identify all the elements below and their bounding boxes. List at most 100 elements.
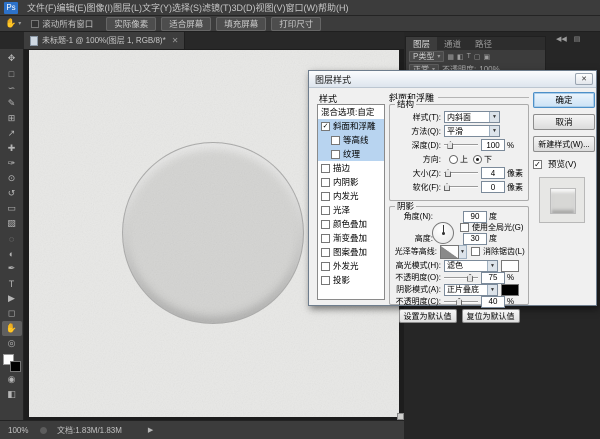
status-expander-icon[interactable]: ▶ <box>148 426 153 434</box>
healing-brush-tool-icon[interactable]: ✚ <box>2 141 22 156</box>
highlight-color-swatch[interactable] <box>501 260 519 272</box>
style-item-blending-options[interactable]: 混合选项:自定 <box>318 105 384 119</box>
highlight-mode-dropdown[interactable]: 滤色 ▼ <box>444 260 498 272</box>
scroll-all-windows-checkbox[interactable] <box>31 20 39 28</box>
size-input[interactable]: 4 <box>481 167 505 179</box>
bevel-circle-layer[interactable] <box>122 142 304 324</box>
tab-channels[interactable]: 通道 <box>437 37 468 50</box>
new-style-button[interactable]: 新建样式(W)... <box>533 136 595 152</box>
reset-default-button[interactable]: 复位为默认值 <box>462 309 520 323</box>
close-icon[interactable]: ✕ <box>575 73 593 85</box>
background-color-swatch[interactable] <box>10 361 21 372</box>
menu-type[interactable]: 文字(Y) <box>142 3 172 13</box>
tab-paths[interactable]: 路径 <box>468 37 499 50</box>
shadow-opacity-slider[interactable] <box>444 297 478 307</box>
type-tool-icon[interactable]: T <box>2 276 22 291</box>
style-item-checkbox[interactable] <box>321 234 330 243</box>
blur-tool-icon[interactable]: ◌ <box>2 231 22 246</box>
adjustment-filter-icon[interactable]: ◧ <box>457 53 464 61</box>
angle-dial[interactable] <box>432 222 454 244</box>
tab-layers[interactable]: 图层 <box>406 37 437 50</box>
gloss-contour-swatch[interactable] <box>440 245 459 259</box>
history-brush-tool-icon[interactable]: ↺ <box>2 186 22 201</box>
style-item-checkbox[interactable] <box>321 192 330 201</box>
dodge-tool-icon[interactable]: ◐ <box>2 246 22 261</box>
size-slider[interactable] <box>444 168 478 178</box>
actual-pixels-button[interactable]: 实际像素 <box>106 17 156 31</box>
shape-tool-icon[interactable]: ◻ <box>2 306 22 321</box>
marquee-tool-icon[interactable]: □ <box>2 66 22 81</box>
cancel-button[interactable]: 取消 <box>533 114 595 130</box>
soften-input[interactable]: 0 <box>481 181 505 193</box>
zoom-level-field[interactable]: 100% <box>8 426 32 435</box>
style-item-checkbox[interactable] <box>331 150 340 159</box>
current-tool-chip[interactable]: ✋ ▾ <box>5 18 21 29</box>
style-item-color-overlay[interactable]: 颜色叠加 <box>318 217 384 231</box>
dialog-title-bar[interactable]: 图层样式 ✕ <box>309 71 596 88</box>
collapse-panels-icon[interactable]: ◀◀ <box>556 35 567 43</box>
screen-mode-icon[interactable]: ◧ <box>2 387 22 402</box>
direction-up-radio[interactable] <box>449 155 458 164</box>
set-default-button[interactable]: 设置为默认值 <box>399 309 457 323</box>
anti-aliased-checkbox[interactable] <box>471 247 480 256</box>
direction-down-radio[interactable] <box>473 155 482 164</box>
document-tab[interactable]: 未标题-1 @ 100%(图层 1, RGB/8)* ✕ <box>24 32 185 49</box>
style-item-pattern-overlay[interactable]: 图案叠加 <box>318 245 384 259</box>
menu-filter[interactable]: 滤镜(T) <box>202 3 232 13</box>
smart-object-filter-icon[interactable]: ▣ <box>484 53 491 61</box>
soften-slider[interactable] <box>444 182 478 192</box>
style-item-drop-shadow[interactable]: 投影 <box>318 273 384 287</box>
lasso-tool-icon[interactable]: ∽ <box>2 81 22 96</box>
shadow-color-swatch[interactable] <box>501 284 519 296</box>
chevron-down-icon[interactable]: ▾ <box>18 20 21 27</box>
type-filter-icon[interactable]: T <box>467 53 471 60</box>
brush-tool-icon[interactable]: ✑ <box>2 156 22 171</box>
style-item-checkbox[interactable]: ✓ <box>321 122 330 131</box>
eyedropper-tool-icon[interactable]: ↗ <box>2 126 22 141</box>
menu-select[interactable]: 选择(S) <box>172 3 202 13</box>
style-item-texture[interactable]: 纹理 <box>318 147 384 161</box>
shadow-opacity-input[interactable]: 40 <box>481 296 505 308</box>
fill-screen-button[interactable]: 填充屏幕 <box>216 17 266 31</box>
style-item-bevel-emboss[interactable]: ✓ 斜面和浮雕 <box>318 119 384 133</box>
style-item-outer-glow[interactable]: 外发光 <box>318 259 384 273</box>
fit-screen-button[interactable]: 适合屏幕 <box>161 17 211 31</box>
menu-image[interactable]: 图像(I) <box>87 3 114 13</box>
preview-checkbox[interactable]: ✓ <box>533 160 542 169</box>
bevel-style-dropdown[interactable]: 内斜面 ▼ <box>444 111 500 123</box>
zoom-tool-icon[interactable]: ◎ <box>2 336 22 351</box>
eraser-tool-icon[interactable]: ▭ <box>2 201 22 216</box>
clone-stamp-tool-icon[interactable]: ⊙ <box>2 171 22 186</box>
use-global-light-checkbox[interactable] <box>460 223 469 232</box>
menu-layer[interactable]: 图层(L) <box>113 3 142 13</box>
style-item-checkbox[interactable] <box>321 164 330 173</box>
style-item-checkbox[interactable] <box>331 136 340 145</box>
style-item-checkbox[interactable] <box>321 220 330 229</box>
move-tool-icon[interactable]: ✥ <box>2 51 22 66</box>
menu-window[interactable]: 窗口(W) <box>286 3 319 13</box>
pen-tool-icon[interactable]: ✒ <box>2 261 22 276</box>
menu-file[interactable]: 文件(F) <box>27 3 57 13</box>
menu-edit[interactable]: 编辑(E) <box>57 3 87 13</box>
altitude-input[interactable]: 30 <box>463 233 487 245</box>
technique-dropdown[interactable]: 平滑 ▼ <box>444 125 500 137</box>
depth-input[interactable]: 100 <box>481 139 505 151</box>
style-item-checkbox[interactable] <box>321 262 330 271</box>
shadow-mode-dropdown[interactable]: 正片叠底 ▼ <box>444 284 498 296</box>
depth-slider[interactable] <box>444 140 478 150</box>
path-select-tool-icon[interactable]: ▶ <box>2 291 22 306</box>
close-icon[interactable]: ✕ <box>172 36 179 45</box>
menu-help[interactable]: 帮助(H) <box>318 3 349 13</box>
style-item-checkbox[interactable] <box>321 276 330 285</box>
color-swatches[interactable] <box>3 354 21 372</box>
crop-tool-icon[interactable]: ⊞ <box>2 111 22 126</box>
shape-filter-icon[interactable]: ▢ <box>474 53 481 61</box>
menu-3d[interactable]: 3D(D) <box>232 3 256 13</box>
style-item-stroke[interactable]: 描边 <box>318 161 384 175</box>
pixel-filter-icon[interactable]: ▦ <box>447 53 454 61</box>
quick-mask-icon[interactable]: ◉ <box>2 372 22 387</box>
ok-button[interactable]: 确定 <box>533 92 595 108</box>
gradient-tool-icon[interactable]: ▨ <box>2 216 22 231</box>
style-item-inner-shadow[interactable]: 内阴影 <box>318 175 384 189</box>
print-size-button[interactable]: 打印尺寸 <box>271 17 321 31</box>
